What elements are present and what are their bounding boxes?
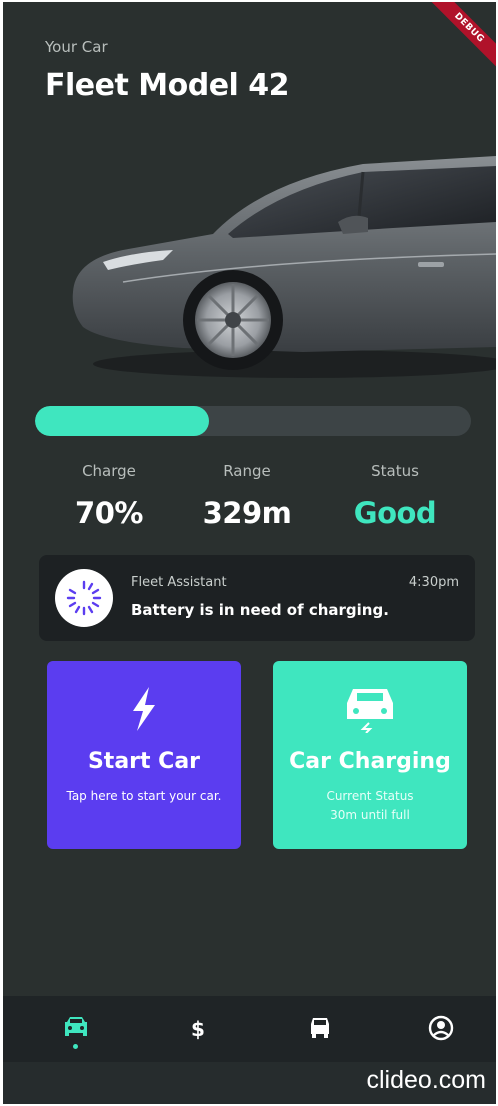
car-charging-description: Current Status 30m until full: [287, 787, 453, 825]
stat-charge: Charge 70%: [34, 462, 184, 530]
app-frame: DEBUG Your Car Fleet Model 42 Charge 70%…: [0, 0, 498, 1106]
start-car-button[interactable]: Start Car Tap here to start your car.: [47, 661, 241, 849]
stat-charge-label: Charge: [82, 462, 136, 480]
bottom-navigation: $: [3, 996, 496, 1062]
notification-message: Battery is in need of charging.: [131, 601, 389, 619]
car-charging-button[interactable]: Car Charging Current Status 30m until fu…: [273, 661, 467, 849]
svg-text:$: $: [191, 1017, 205, 1041]
start-car-title: Start Car: [87, 749, 201, 774]
stat-range: Range 329m: [172, 462, 322, 530]
stat-status-value: Good: [353, 496, 437, 530]
car-image: [72, 156, 496, 378]
nav-active-indicator: [73, 1044, 78, 1049]
stat-range-label: Range: [223, 462, 271, 480]
dollar-icon: $: [191, 1017, 205, 1041]
car-charging-status-value: 30m until full: [330, 808, 410, 822]
page-title: Fleet Model 42: [45, 68, 290, 103]
car-charging-title: Car Charging: [289, 749, 451, 774]
car-front-icon: [311, 1018, 329, 1038]
stat-status: Status Good: [320, 462, 470, 530]
nav-payments[interactable]: $: [180, 1010, 216, 1046]
watermark: clideo.com: [366, 1066, 487, 1094]
stat-charge-value: 70%: [75, 496, 143, 530]
car-charging-status-label: Current Status: [326, 789, 414, 803]
car-icon: [65, 1017, 87, 1036]
spinner-icon: [66, 580, 102, 616]
page-subtitle: Your Car: [45, 38, 108, 56]
debug-banner: DEBUG: [424, 2, 496, 73]
lightning-bolt-icon: [47, 685, 241, 733]
charge-progress-bar: [35, 406, 471, 436]
assistant-avatar: [55, 569, 113, 627]
profile-icon: [428, 1015, 454, 1041]
notification-sender: Fleet Assistant: [131, 575, 227, 590]
stat-range-value: 329m: [202, 496, 292, 530]
nav-vehicles[interactable]: [302, 1010, 338, 1046]
nav-profile[interactable]: [423, 1010, 459, 1046]
nav-car[interactable]: [58, 1010, 94, 1046]
stat-status-label: Status: [371, 462, 419, 480]
start-car-description: Tap here to start your car.: [66, 789, 222, 803]
assistant-notification[interactable]: Fleet Assistant 4:30pm Battery is in nee…: [39, 555, 475, 641]
notification-time: 4:30pm: [408, 575, 459, 590]
charge-progress-fill: [35, 406, 210, 436]
car-charging-icon: [273, 685, 467, 734]
app-screen: DEBUG Your Car Fleet Model 42 Charge 70%…: [3, 2, 496, 1104]
